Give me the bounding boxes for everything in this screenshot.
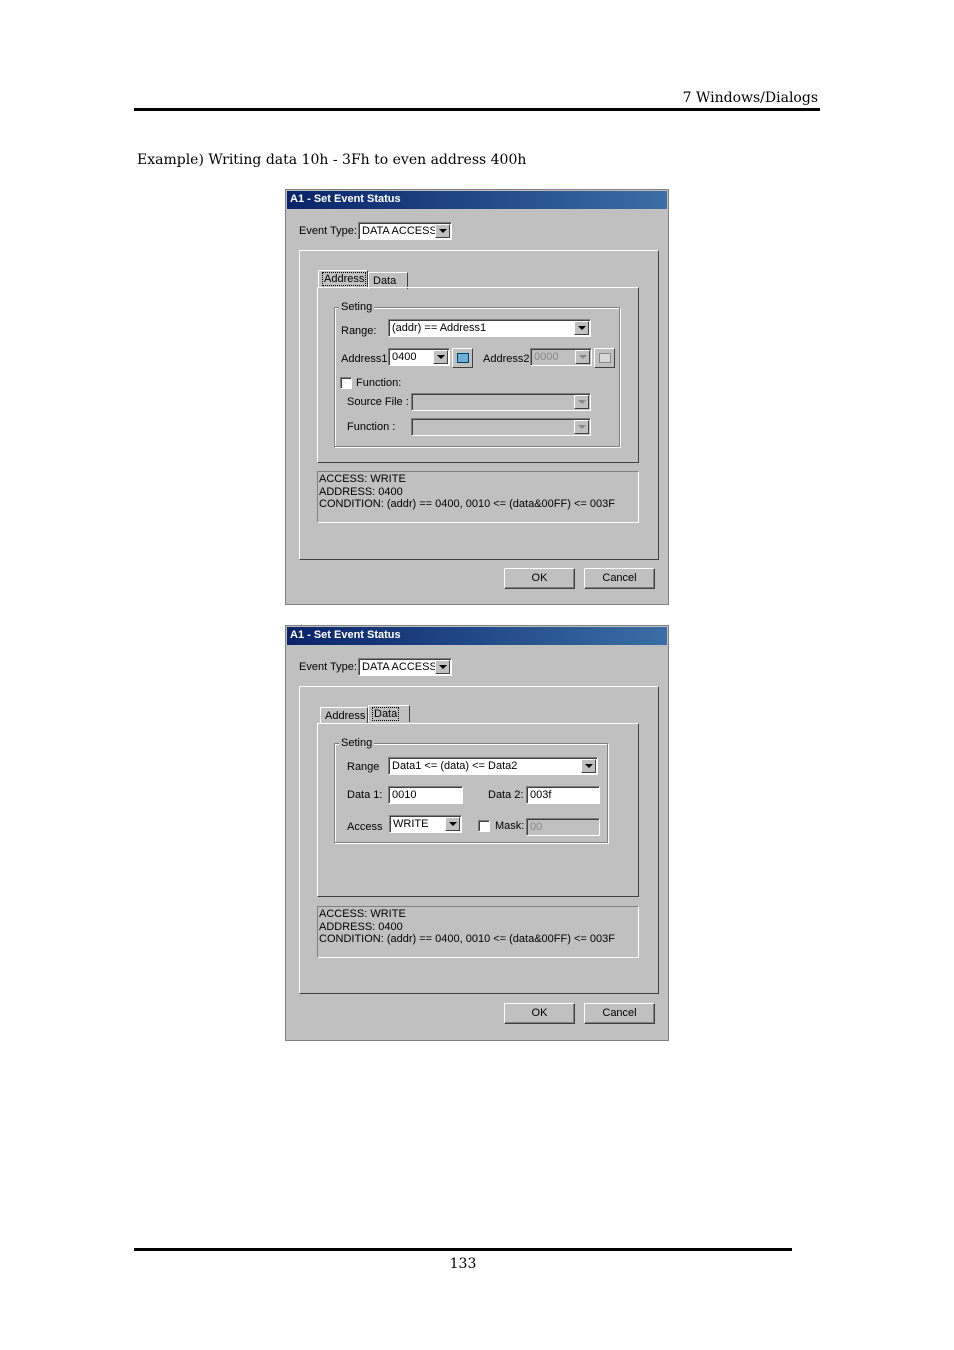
- chevron-down-icon[interactable]: [574, 321, 589, 335]
- example-caption: Example) Writing data 10h - 3Fh to even …: [137, 152, 527, 168]
- source-file-select[interactable]: [411, 393, 591, 411]
- setting-group-label: Seting: [339, 301, 375, 313]
- function-checkbox-label: Function:: [356, 377, 402, 389]
- mask-checkbox[interactable]: [478, 820, 490, 832]
- header-rule: [134, 108, 820, 111]
- summary-line: ACCESS: WRITE: [319, 473, 406, 485]
- data2-input[interactable]: 003f: [526, 786, 600, 804]
- title-bar: A1 - Set Event Status: [287, 191, 667, 209]
- setting-group-label: Seting: [339, 737, 375, 749]
- address2-label: Address2:: [483, 353, 533, 365]
- mask-input[interactable]: 00: [526, 818, 600, 836]
- chevron-down-icon[interactable]: [433, 350, 448, 364]
- data1-input[interactable]: 0010: [388, 786, 463, 804]
- chevron-down-icon[interactable]: [435, 660, 450, 674]
- range-select[interactable]: (addr) == Address1: [388, 319, 591, 337]
- set-event-status-dialog-data: A1 - Set Event Status Event Type: DATA A…: [285, 625, 669, 1041]
- mask-label: Mask:: [495, 820, 525, 832]
- event-type-select[interactable]: DATA ACCESS: [358, 658, 452, 676]
- data1-label: Data 1:: [347, 789, 383, 801]
- ok-button[interactable]: OK: [504, 1003, 575, 1024]
- data2-label: Data 2:: [488, 789, 524, 801]
- range-label: Range:: [341, 325, 377, 337]
- cancel-button[interactable]: Cancel: [584, 1003, 655, 1024]
- chevron-down-icon[interactable]: [574, 395, 589, 409]
- event-type-label: Event Type:: [299, 661, 357, 673]
- condition-summary: ACCESS: WRITE ADDRESS: 0400 CONDITION: (…: [317, 906, 639, 958]
- footer-rule: [134, 1248, 792, 1251]
- chevron-down-icon[interactable]: [575, 350, 590, 364]
- summary-line: ADDRESS: 0400: [319, 920, 403, 933]
- symbol-picker-icon[interactable]: [594, 348, 615, 368]
- function-label: Function :: [347, 421, 396, 433]
- source-file-label: Source File :: [347, 396, 409, 408]
- address2-select[interactable]: 0000: [530, 348, 592, 366]
- chevron-down-icon[interactable]: [445, 817, 460, 831]
- access-label: Access: [347, 821, 383, 833]
- symbol-picker-icon[interactable]: [452, 348, 473, 368]
- tab-address[interactable]: Address: [318, 270, 368, 287]
- event-type-label: Event Type:: [299, 225, 357, 237]
- summary-line: ADDRESS: 0400: [319, 485, 403, 498]
- range-label: Range: [347, 761, 380, 773]
- ok-button[interactable]: OK: [504, 568, 575, 589]
- summary-line: CONDITION: (addr) == 0400, 0010 <= (data…: [319, 498, 615, 510]
- cancel-button[interactable]: Cancel: [584, 568, 655, 589]
- title-bar: A1 - Set Event Status: [287, 627, 667, 645]
- condition-summary: ACCESS: WRITE ADDRESS: 0400 CONDITION: (…: [317, 471, 639, 523]
- tab-address[interactable]: Address: [320, 707, 368, 724]
- access-select[interactable]: WRITE: [389, 815, 462, 833]
- range-select[interactable]: Data1 <= (data) <= Data2: [388, 757, 598, 775]
- address1-select[interactable]: 0400: [388, 348, 450, 366]
- set-event-status-dialog-address: A1 - Set Event Status Event Type: DATA A…: [285, 189, 669, 605]
- page-header-section: 7 Windows/Dialogs: [682, 90, 818, 106]
- summary-line: ACCESS: WRITE: [319, 908, 406, 920]
- summary-line: CONDITION: (addr) == 0400, 0010 <= (data…: [319, 933, 615, 945]
- function-select[interactable]: [411, 418, 591, 436]
- tab-data[interactable]: Data: [368, 705, 410, 722]
- dialog-title: A1 - Set Event Status: [290, 629, 401, 641]
- event-type-select[interactable]: DATA ACCESS: [358, 222, 452, 240]
- chevron-down-icon[interactable]: [574, 420, 589, 434]
- function-checkbox[interactable]: [340, 377, 352, 389]
- address1-label: Address1:: [341, 353, 391, 365]
- chevron-down-icon[interactable]: [581, 759, 596, 773]
- page-number: 133: [449, 1256, 477, 1272]
- chevron-down-icon[interactable]: [435, 224, 450, 238]
- dialog-title: A1 - Set Event Status: [290, 193, 401, 205]
